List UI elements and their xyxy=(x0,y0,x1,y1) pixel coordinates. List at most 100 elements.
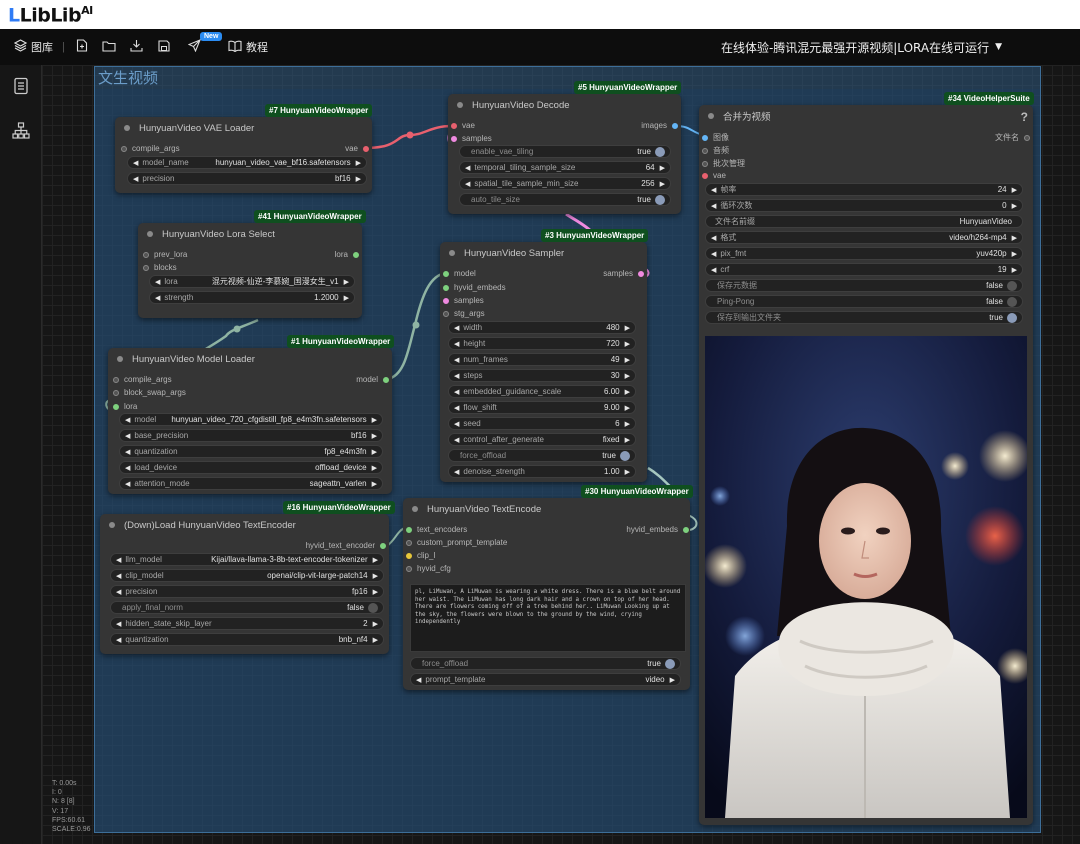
gallery-button[interactable]: 图库 xyxy=(13,29,53,65)
toggle-knob[interactable] xyxy=(655,194,665,205)
input-pin[interactable] xyxy=(451,122,457,129)
arrow-left-icon[interactable]: ◀ xyxy=(454,388,459,396)
arrow-left-icon[interactable]: ◀ xyxy=(454,324,459,332)
arrow-left-icon[interactable]: ◀ xyxy=(116,620,121,628)
widget-load-device[interactable]: ◀ load_device offload_device ▶ xyxy=(119,461,383,474)
arrow-left-icon[interactable]: ◀ xyxy=(454,340,459,348)
node-header[interactable]: HunyuanVideo TextEncode xyxy=(403,498,690,520)
input-block-swap-args[interactable]: block_swap_args xyxy=(113,388,186,397)
arrow-right-icon[interactable]: ▶ xyxy=(373,620,378,628)
arrow-left-icon[interactable]: ◀ xyxy=(454,404,459,412)
arrow-right-icon[interactable]: ▶ xyxy=(356,159,361,167)
toggle-knob[interactable] xyxy=(1007,296,1017,307)
widget-ping-pong[interactable]: Ping-Pong false xyxy=(705,295,1023,308)
widget-force-offload[interactable]: force_offload true xyxy=(410,657,681,670)
widget-apply-final-norm[interactable]: apply_final_norm false xyxy=(110,601,384,614)
arrow-right-icon[interactable]: ▶ xyxy=(1012,234,1017,242)
input-pin[interactable] xyxy=(143,251,149,258)
arrow-right-icon[interactable]: ▶ xyxy=(356,175,361,183)
node-model-loader[interactable]: HunyuanVideo Model Loader compile_args b… xyxy=(108,348,392,494)
input-audio[interactable]: 音频 xyxy=(702,145,729,156)
widget-auto-tile-size[interactable]: auto_tile_size true xyxy=(459,193,671,206)
output-pin[interactable] xyxy=(353,251,359,258)
help-icon[interactable]: ? xyxy=(1021,110,1028,124)
workflow-title-dropdown[interactable]: 在线体验-腾讯混元最强开源视频|LORA在线可运行 ▼ xyxy=(721,29,1002,65)
widget-seed[interactable]: ◀ seed 6 ▶ xyxy=(448,417,636,430)
input-lora[interactable]: lora xyxy=(113,402,137,411)
widget-force-offload[interactable]: force_offload true xyxy=(448,449,636,462)
input-pin[interactable] xyxy=(406,539,412,546)
input-batch-manager[interactable]: 批次管理 xyxy=(702,158,745,169)
arrow-left-icon[interactable]: ◀ xyxy=(125,416,130,424)
input-samples[interactable]: samples xyxy=(451,134,492,143)
node-header[interactable]: HunyuanVideo VAE Loader xyxy=(115,117,372,139)
arrow-right-icon[interactable]: ▶ xyxy=(373,588,378,596)
tutorial-button[interactable]: 教程 xyxy=(228,29,268,65)
widget-clip-model[interactable]: ◀ clip_model openai/clip-vit-large-patch14… xyxy=(110,569,384,582)
input-vae[interactable]: vae xyxy=(451,121,475,130)
node-header[interactable]: HunyuanVideo Sampler xyxy=(440,242,647,264)
arrow-right-icon[interactable]: ▶ xyxy=(373,556,378,564)
input-pin[interactable] xyxy=(143,264,149,271)
arrow-right-icon[interactable]: ▶ xyxy=(625,340,630,348)
widget-[interactable]: 文件名前缀 HunyuanVideo xyxy=(705,215,1023,228)
output-pin[interactable] xyxy=(380,542,386,549)
input-pin[interactable] xyxy=(451,135,457,142)
video-preview[interactable] xyxy=(705,336,1027,818)
widget-llm-model[interactable]: ◀ llm_model Kijai/llava-llama-3-8b-text-en… xyxy=(110,553,384,566)
arrow-right-icon[interactable]: ▶ xyxy=(344,294,349,302)
widget-hidden-state-skip-layer[interactable]: ◀ hidden_state_skip_layer 2 ▶ xyxy=(110,617,384,630)
input-stg-args[interactable]: stg_args xyxy=(443,309,485,318)
node-header[interactable]: HunyuanVideo Lora Select xyxy=(138,223,362,245)
input-pin[interactable] xyxy=(702,160,708,167)
node-video-combine[interactable]: 合并为视频 ? 图像 音频 批次管理 vae 文件名 ◀ 帧率 24 ▶ ◀ 循环次数 0 ▶… xyxy=(699,105,1033,825)
node-lora-select[interactable]: HunyuanVideo Lora Select prev_lora block… xyxy=(138,223,362,318)
output-pin[interactable] xyxy=(363,145,369,152)
output-pin[interactable] xyxy=(638,270,644,277)
arrow-left-icon[interactable]: ◀ xyxy=(454,372,459,380)
widget-precision[interactable]: ◀ precision fp16 ▶ xyxy=(110,585,384,598)
collapse-dot[interactable] xyxy=(147,231,153,237)
arrow-left-icon[interactable]: ◀ xyxy=(454,356,459,364)
input-pin[interactable] xyxy=(702,134,708,141)
arrow-left-icon[interactable]: ◀ xyxy=(116,588,121,596)
widget-[interactable]: ◀ 循环次数 0 ▶ xyxy=(705,199,1023,212)
document-list-icon[interactable] xyxy=(11,77,31,97)
node-header[interactable]: HunyuanVideo Model Loader xyxy=(108,348,392,370)
output-images[interactable]: images xyxy=(641,121,678,130)
widget-prompt-template[interactable]: ◀ prompt_template video ▶ xyxy=(410,673,681,686)
arrow-left-icon[interactable]: ◀ xyxy=(125,448,130,456)
arrow-right-icon[interactable]: ▶ xyxy=(625,436,630,444)
input-model[interactable]: model xyxy=(443,269,476,278)
input-pin[interactable] xyxy=(406,565,412,572)
input-blocks[interactable]: blocks xyxy=(143,263,177,272)
arrow-right-icon[interactable]: ▶ xyxy=(670,676,675,684)
node-text-encode[interactable]: HunyuanVideo TextEncode text_encoders cu… xyxy=(403,498,690,690)
arrow-right-icon[interactable]: ▶ xyxy=(372,448,377,456)
arrow-left-icon[interactable]: ◀ xyxy=(711,266,716,274)
output-pin[interactable] xyxy=(1024,134,1030,141)
arrow-right-icon[interactable]: ▶ xyxy=(372,464,377,472)
output-pin[interactable] xyxy=(672,122,678,129)
widget-model[interactable]: ◀ model hunyuan_video_720_cfgdistill_fp8_e… xyxy=(119,413,383,426)
widget-enable-vae-tiling[interactable]: enable_vae_tiling true xyxy=(459,145,671,158)
toggle-knob[interactable] xyxy=(1007,280,1017,291)
input-pin[interactable] xyxy=(702,147,708,154)
arrow-right-icon[interactable]: ▶ xyxy=(625,324,630,332)
arrow-left-icon[interactable]: ◀ xyxy=(454,420,459,428)
arrow-left-icon[interactable]: ◀ xyxy=(133,159,138,167)
collapse-dot[interactable] xyxy=(708,113,714,119)
arrow-left-icon[interactable]: ◀ xyxy=(125,480,130,488)
output-model[interactable]: model xyxy=(356,375,389,384)
arrow-left-icon[interactable]: ◀ xyxy=(711,234,716,242)
collapse-dot[interactable] xyxy=(457,102,463,108)
save-button[interactable] xyxy=(158,29,170,65)
arrow-left-icon[interactable]: ◀ xyxy=(133,175,138,183)
arrow-right-icon[interactable]: ▶ xyxy=(1012,266,1017,274)
widget-pix-fmt[interactable]: ◀ pix_fmt yuv420p ▶ xyxy=(705,247,1023,260)
import-button[interactable] xyxy=(130,29,143,65)
widget-quantization[interactable]: ◀ quantization bnb_nf4 ▶ xyxy=(110,633,384,646)
arrow-right-icon[interactable]: ▶ xyxy=(372,480,377,488)
collapse-dot[interactable] xyxy=(449,250,455,256)
node-sampler[interactable]: HunyuanVideo Sampler model hyvid_embeds … xyxy=(440,242,647,482)
